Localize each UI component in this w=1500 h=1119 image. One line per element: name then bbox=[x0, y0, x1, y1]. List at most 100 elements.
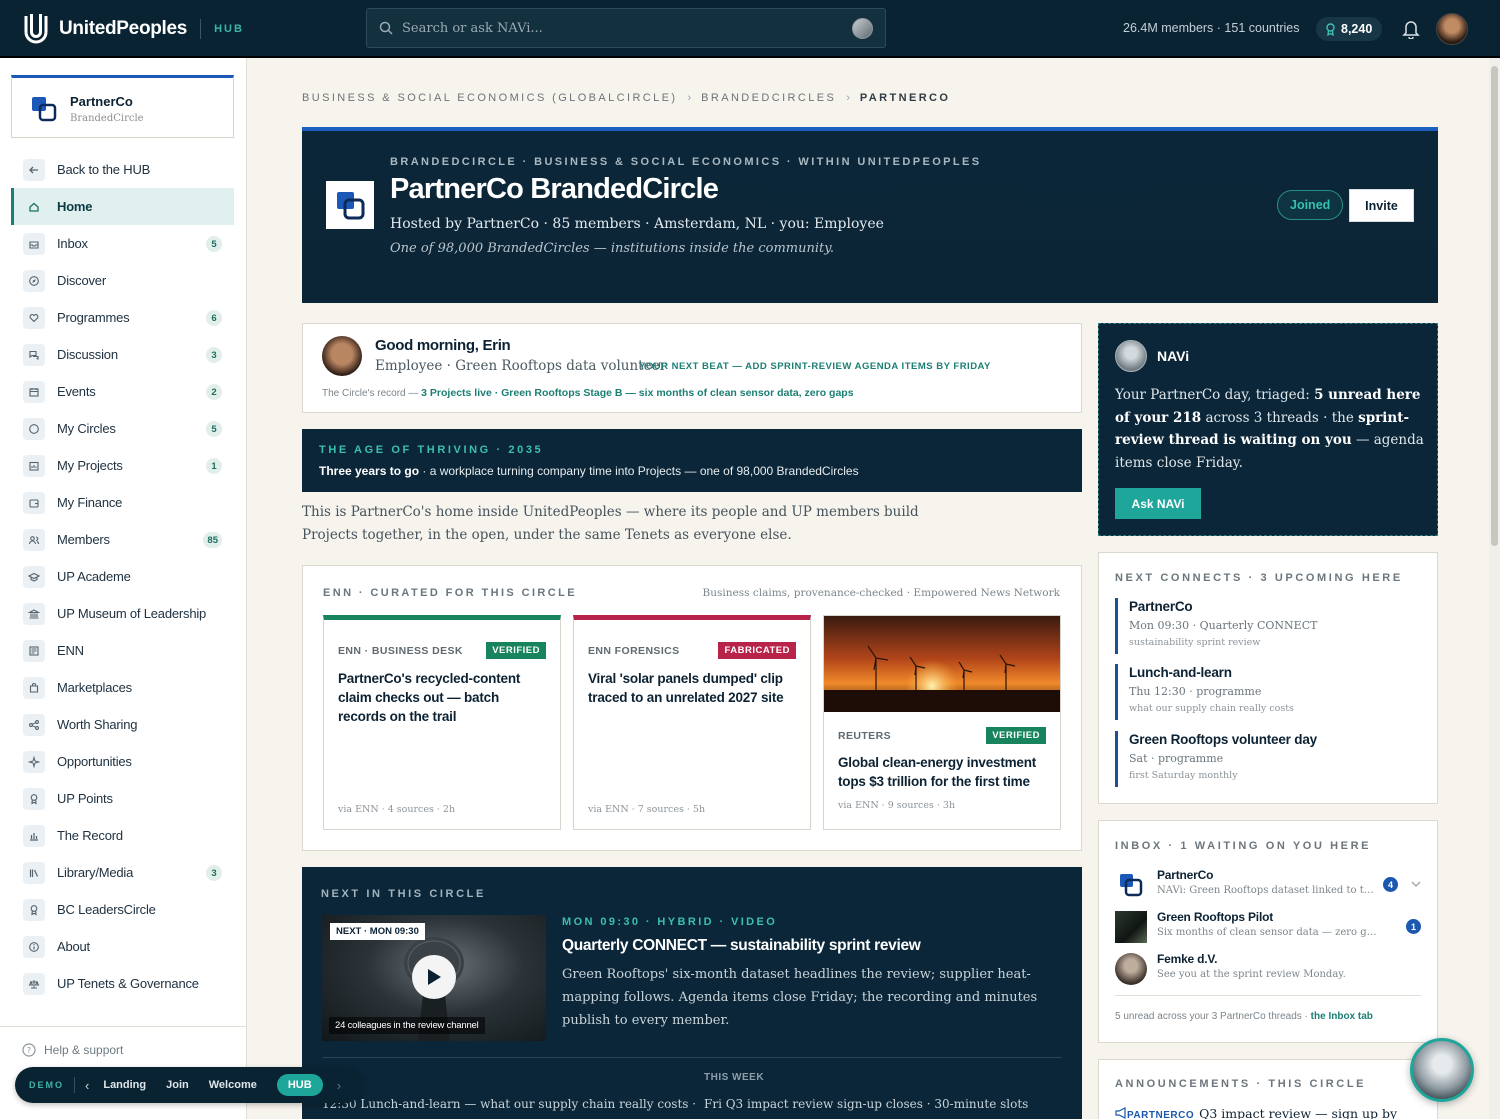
demo-prev-icon[interactable]: ‹ bbox=[85, 1078, 89, 1093]
svg-text:?: ? bbox=[27, 1046, 31, 1055]
age-lead: Three years to go bbox=[319, 464, 420, 478]
wind-turbines-image bbox=[824, 616, 1060, 712]
scrollbar-thumb[interactable] bbox=[1491, 66, 1498, 546]
sidebar-item-opportunities[interactable]: Opportunities bbox=[11, 743, 234, 780]
sidebar-item-bc-leaderscircle[interactable]: BC LeadersCircle bbox=[11, 891, 234, 928]
count-badge: 1 bbox=[206, 458, 222, 474]
sidebar-item-library-media[interactable]: Library/Media 3 bbox=[11, 854, 234, 891]
sidebar-item-enn[interactable]: ENN bbox=[11, 632, 234, 669]
points-badge[interactable]: 8,240 bbox=[1316, 17, 1383, 41]
schedule-row[interactable]: 12:30 Lunch-and-learn — what our supply … bbox=[322, 1097, 696, 1111]
sidebar-item-events[interactable]: Events 2 bbox=[11, 373, 234, 410]
demo-next-icon[interactable]: › bbox=[337, 1078, 341, 1093]
scales-icon bbox=[23, 972, 45, 995]
heart-hand-icon bbox=[23, 306, 45, 329]
event-meta: MON 09:30 · HYBRID · VIDEO bbox=[562, 916, 778, 928]
museum-icon bbox=[23, 602, 45, 625]
next-beat-link[interactable]: YOUR NEXT BEAT — ADD SPRINT-REVIEW AGEND… bbox=[639, 361, 991, 372]
play-icon bbox=[428, 969, 441, 985]
award-icon bbox=[23, 787, 45, 810]
announcement-tag: PARTNERCO bbox=[1127, 1110, 1195, 1119]
card-source: ENN FORENSICS bbox=[588, 645, 680, 657]
search-input[interactable] bbox=[402, 18, 832, 38]
event-title[interactable]: Quarterly CONNECT — sustainability sprin… bbox=[562, 937, 921, 955]
bell-icon[interactable] bbox=[1402, 19, 1420, 39]
sidebar-item-the-record[interactable]: The Record bbox=[11, 817, 234, 854]
sidebar-item-worth-sharing[interactable]: Worth Sharing bbox=[11, 706, 234, 743]
inbox-message[interactable]: PartnerCo NAVi: Green Rooftops dataset l… bbox=[1115, 867, 1425, 903]
brand[interactable]: UnitedPeoples HUB bbox=[22, 12, 244, 46]
points-value: 8,240 bbox=[1341, 22, 1373, 36]
navi-name: NAVi bbox=[1157, 348, 1190, 364]
breadcrumb-brandedcircles[interactable]: BRANDEDCIRCLES bbox=[701, 92, 836, 104]
enn-card[interactable]: ENN FORENSICS FABRICATED Viral 'solar pa… bbox=[573, 615, 811, 830]
inbox-message[interactable]: Femke d.V. See you at the sprint review … bbox=[1115, 951, 1425, 987]
circle-card[interactable]: PartnerCo BrandedCircle bbox=[11, 75, 234, 138]
unread-badge: 4 bbox=[1383, 877, 1398, 892]
breadcrumb-globalcircle[interactable]: BUSINESS & SOCIAL ECONOMICS (GLOBALCIRCL… bbox=[302, 92, 677, 104]
ask-navi-button[interactable]: Ask NAVi bbox=[1115, 488, 1201, 519]
event-description: Green Rooftops' six-month dataset headli… bbox=[562, 967, 1038, 1028]
demo-hub[interactable]: HUB bbox=[276, 1074, 323, 1096]
sidebar-item-members[interactable]: Members 85 bbox=[11, 521, 234, 558]
chevron-down-icon[interactable] bbox=[1411, 880, 1421, 888]
scrollbar[interactable] bbox=[1489, 58, 1500, 1119]
announcement-row[interactable]: PARTNERCO Q3 impact review — sign up by bbox=[1115, 1106, 1397, 1119]
age-banner: THE AGE OF THRIVING · 2035 Three years t… bbox=[302, 429, 1082, 492]
video-tag: NEXT · MON 09:30 bbox=[330, 923, 425, 940]
navi-avatar bbox=[1115, 340, 1147, 372]
age-text: Three years to go · a workplace turning … bbox=[319, 464, 859, 478]
inbox-tab-link[interactable]: the Inbox tab bbox=[1311, 1011, 1373, 1022]
sidebar-item-about[interactable]: About bbox=[11, 928, 234, 965]
event-desc: first Saturday monthly bbox=[1129, 770, 1238, 781]
play-button[interactable] bbox=[412, 955, 456, 999]
navi-assistant-button[interactable] bbox=[1410, 1038, 1474, 1102]
enn-card[interactable]: ENN · BUSINESS DESK VERIFIED PartnerCo's… bbox=[323, 615, 561, 830]
age-kicker: THE AGE OF THRIVING · 2035 bbox=[319, 444, 544, 456]
sidebar-item-my-projects[interactable]: My Projects 1 bbox=[11, 447, 234, 484]
invite-button[interactable]: Invite bbox=[1349, 189, 1414, 222]
sidebar-item-home[interactable]: Home bbox=[11, 188, 234, 225]
navi-avatar-icon[interactable] bbox=[852, 18, 873, 39]
pilot-thumbnail bbox=[1115, 911, 1147, 943]
sidebar-item-label: UP Academe bbox=[57, 569, 131, 584]
connect-event[interactable]: Lunch-and-learn Thu 12:30 · programme wh… bbox=[1115, 664, 1420, 720]
sidebar-item-back-to-the-hub[interactable]: Back to the HUB bbox=[11, 151, 234, 188]
sidebar-item-up-academe[interactable]: UP Academe bbox=[11, 558, 234, 595]
sidebar-item-inbox[interactable]: Inbox 5 bbox=[11, 225, 234, 262]
megaphone-icon bbox=[1115, 1107, 1126, 1119]
search-bar[interactable] bbox=[366, 8, 886, 48]
schedule-row[interactable]: Fri Q3 impact review sign-up closes · 30… bbox=[704, 1097, 1028, 1111]
connect-event[interactable]: PartnerCo Mon 09:30 · Quarterly CONNECT … bbox=[1115, 598, 1420, 654]
navi-text: across 3 threads · the bbox=[1201, 409, 1359, 426]
joined-button[interactable]: Joined bbox=[1277, 190, 1344, 220]
circle-name: PartnerCo bbox=[70, 94, 133, 109]
demo-join[interactable]: Join bbox=[166, 1079, 189, 1091]
sidebar-item-discussion[interactable]: Discussion 3 bbox=[11, 336, 234, 373]
sidebar-item-programmes[interactable]: Programmes 6 bbox=[11, 299, 234, 336]
sidebar-item-up-museum-of-leadership[interactable]: UP Museum of Leadership bbox=[11, 595, 234, 632]
sparkle-icon bbox=[23, 750, 45, 773]
record-link[interactable]: 3 Projects live · Green Rooftops Stage B… bbox=[421, 387, 853, 399]
card-source: ENN · BUSINESS DESK bbox=[338, 645, 463, 657]
sidebar-item-up-tenets-governance[interactable]: UP Tenets & Governance bbox=[11, 965, 234, 1002]
breadcrumb-current: PARTNERCO bbox=[859, 92, 951, 104]
connect-event[interactable]: Green Rooftops volunteer day Sat · progr… bbox=[1115, 731, 1420, 787]
hero-kicker: BRANDEDCIRCLE · BUSINESS & SOCIAL ECONOM… bbox=[390, 156, 982, 168]
sender-avatar bbox=[1115, 953, 1147, 985]
demo-welcome[interactable]: Welcome bbox=[209, 1079, 257, 1091]
user-avatar[interactable] bbox=[1436, 13, 1468, 45]
circle-icon bbox=[23, 417, 45, 440]
navi-panel: NAVi Your PartnerCo day, triaged: 5 unre… bbox=[1098, 323, 1438, 536]
card-footer: via ENN · 4 sources · 2h bbox=[338, 804, 456, 815]
sidebar-item-discover[interactable]: Discover bbox=[11, 262, 234, 299]
newspaper-icon bbox=[23, 639, 45, 662]
inbox-message[interactable]: Green Rooftops Pilot Six months of clean… bbox=[1115, 909, 1425, 945]
enn-card[interactable]: REUTERS VERIFIED Global clean-energy inv… bbox=[823, 615, 1061, 830]
sidebar-item-my-finance[interactable]: My Finance bbox=[11, 484, 234, 521]
sidebar-item-up-points[interactable]: UP Points bbox=[11, 780, 234, 817]
sidebar-item-marketplaces[interactable]: Marketplaces bbox=[11, 669, 234, 706]
sidebar-item-my-circles[interactable]: My Circles 5 bbox=[11, 410, 234, 447]
help-link[interactable]: ? Help & support bbox=[22, 1043, 123, 1057]
demo-landing[interactable]: Landing bbox=[103, 1079, 146, 1091]
